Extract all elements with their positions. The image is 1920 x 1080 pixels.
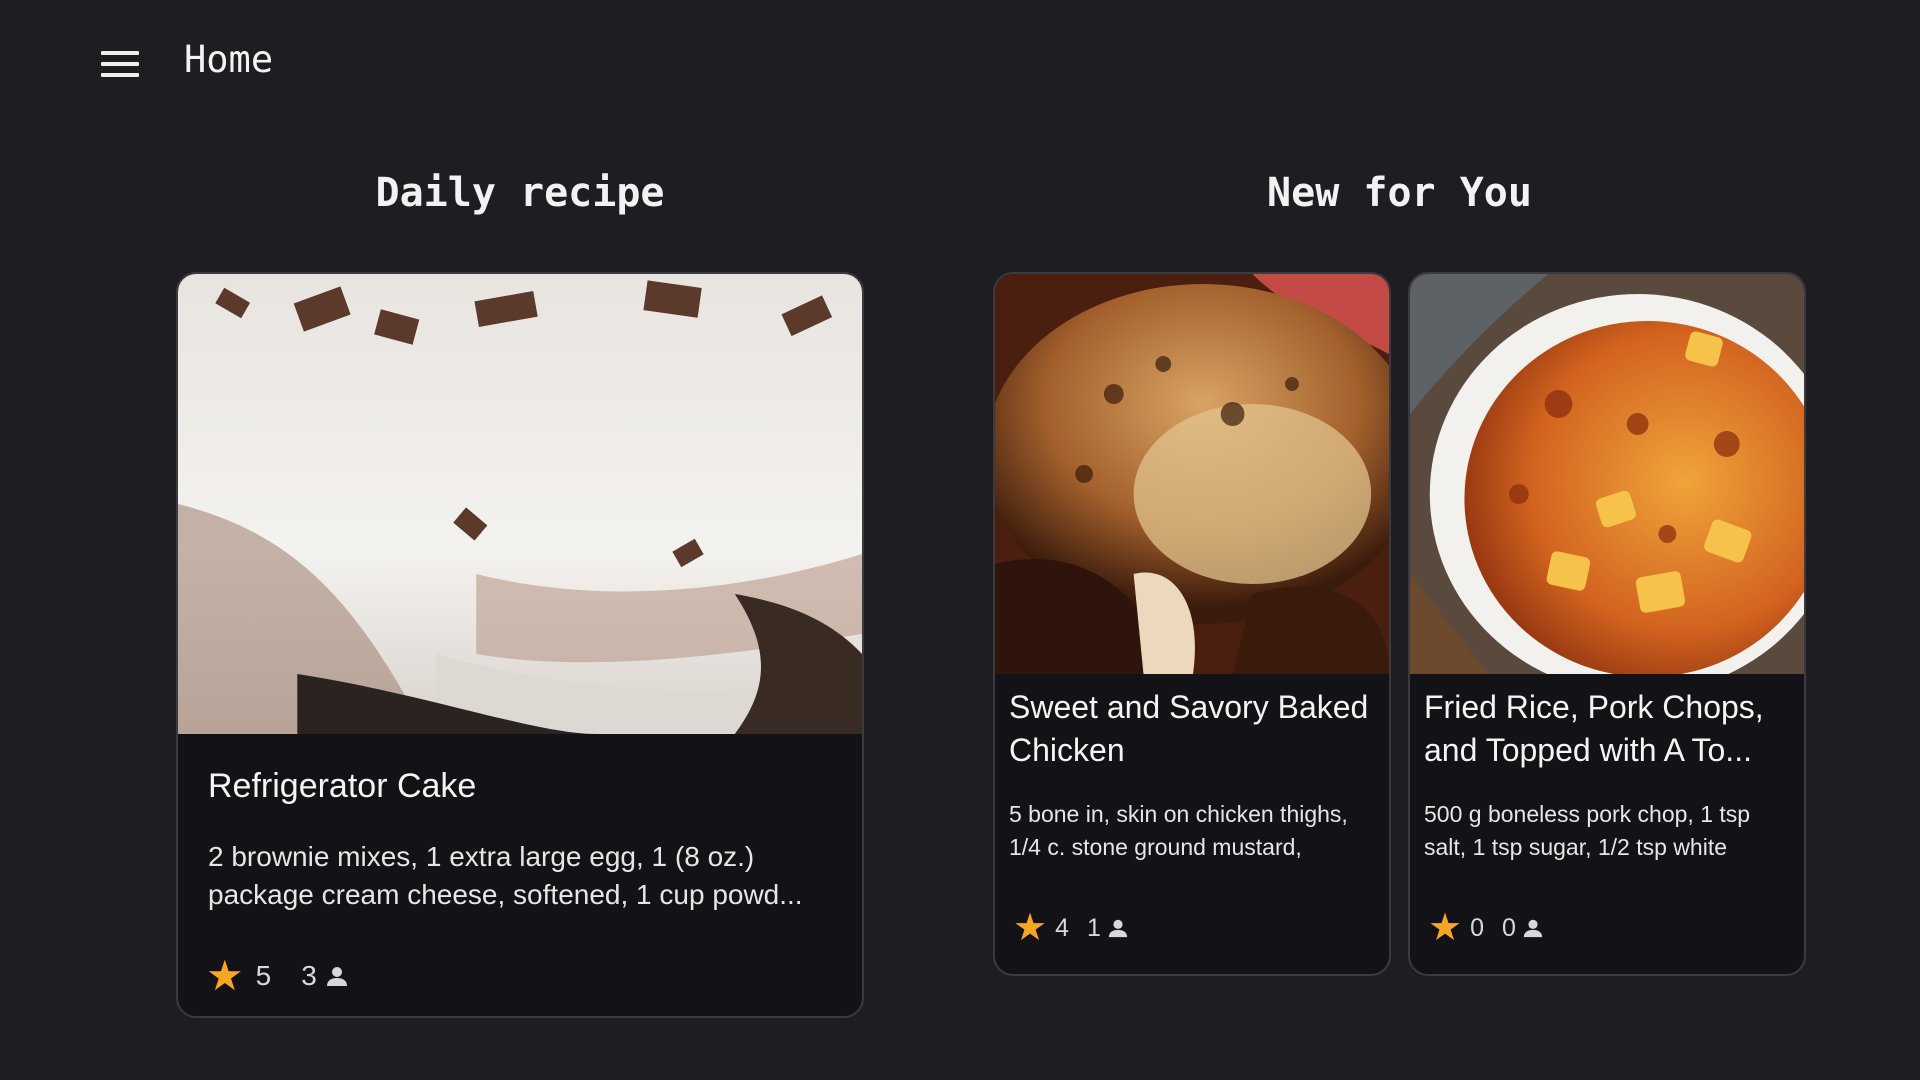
baked-chicken-image — [995, 274, 1389, 674]
menu-button[interactable] — [90, 40, 150, 88]
review-count: 1 — [1086, 913, 1101, 942]
refrigerator-cake-image — [178, 274, 862, 734]
pork-chop-casserole-image — [1410, 274, 1804, 674]
recipe-title: Refrigerator Cake — [208, 767, 477, 805]
daily-recipe-card[interactable]: Refrigerator Cake 2 brownie mixes, 1 ext… — [176, 272, 864, 1018]
recipe-stats: ★ 5 3 — [206, 954, 349, 998]
page-title: Home — [184, 38, 274, 81]
review-count: 0 — [1501, 913, 1516, 942]
rating-value: 4 — [1055, 913, 1069, 942]
recipe-description: 2 brownie mixes, 1 extra large egg, 1 (8… — [208, 841, 803, 910]
person-icon — [1108, 919, 1128, 938]
star-icon: ★ — [1428, 907, 1463, 949]
recipe-title: Sweet and Savory Baked Chicken — [1009, 689, 1369, 768]
star-icon: ★ — [206, 952, 244, 999]
recipe-stats: ★ 4 1 — [1013, 908, 1129, 948]
review-count: 3 — [301, 960, 317, 991]
recipe-description: 500 g boneless pork chop, 1 tsp salt, 1 … — [1424, 801, 1751, 860]
recipe-title: Fried Rice, Pork Chops, and Topped with … — [1424, 689, 1764, 768]
section-title-daily-recipe: Daily recipe — [375, 170, 665, 216]
recipe-description: 5 bone in, skin on chicken thighs, 1/4 c… — [1009, 801, 1348, 860]
person-icon — [326, 967, 347, 986]
recipe-stats: ★ 0 0 — [1428, 908, 1544, 948]
rating-value: 0 — [1470, 913, 1484, 942]
star-icon: ★ — [1013, 907, 1048, 949]
new-recipe-card-chicken[interactable]: Sweet and Savory Baked Chicken 5 bone in… — [993, 272, 1391, 976]
hamburger-menu-icon — [101, 51, 139, 77]
new-recipe-card-fried-rice[interactable]: Fried Rice, Pork Chops, and Topped with … — [1408, 272, 1806, 976]
rating-value: 5 — [255, 960, 272, 991]
section-title-new-for-you: New for You — [1267, 170, 1532, 216]
person-icon — [1523, 919, 1543, 938]
top-app-bar: Home — [0, 0, 1920, 126]
